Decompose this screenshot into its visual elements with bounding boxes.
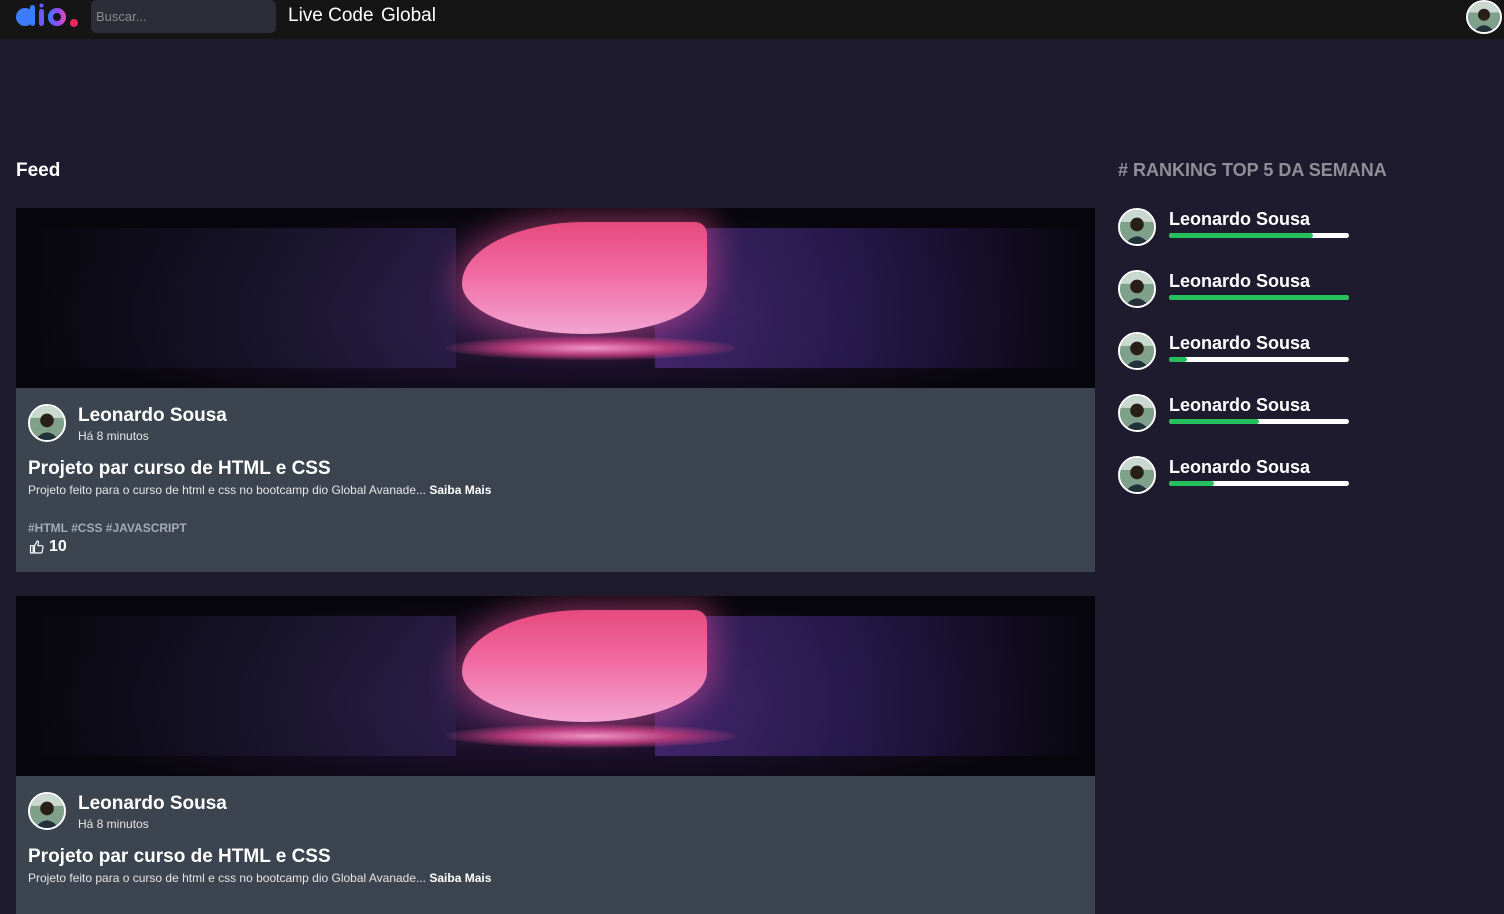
- like-count: 10: [49, 538, 67, 555]
- post-title[interactable]: Projeto par curso de HTML e CSS: [28, 458, 1083, 480]
- ranking-progress-fill: [1169, 357, 1187, 362]
- ranking-avatar[interactable]: [1118, 208, 1156, 246]
- author-avatar[interactable]: [28, 792, 66, 830]
- author-photo-icon: [30, 794, 64, 828]
- ranking-avatar[interactable]: [1118, 332, 1156, 370]
- user-avatar[interactable]: [1466, 0, 1502, 34]
- ranking-avatar[interactable]: [1118, 394, 1156, 432]
- ranking-photo-icon: [1120, 334, 1154, 368]
- author-photo-icon: [30, 406, 64, 440]
- post-time: Há 8 minutos: [78, 429, 149, 443]
- ranking-item[interactable]: Leonardo Sousa: [1118, 208, 1358, 248]
- ranking-progress-bar: [1169, 419, 1349, 424]
- ranking-progress-fill: [1169, 481, 1214, 486]
- author-name[interactable]: Leonardo Sousa: [78, 405, 227, 427]
- ranking-progress-fill: [1169, 419, 1259, 424]
- ranking-name[interactable]: Leonardo Sousa: [1169, 457, 1310, 478]
- post-banner-image: [16, 208, 1095, 388]
- post-card[interactable]: Leonardo Sousa Há 8 minutos Projeto par …: [16, 208, 1095, 572]
- nav-global[interactable]: Global: [381, 5, 436, 27]
- post-description-text: Projeto feito para o curso de html e css…: [28, 871, 427, 885]
- ranking-progress-fill: [1169, 233, 1313, 238]
- post-title[interactable]: Projeto par curso de HTML e CSS: [28, 846, 1083, 868]
- ranking-item[interactable]: Leonardo Sousa: [1118, 270, 1358, 310]
- ranking-photo-icon: [1120, 272, 1154, 306]
- ranking-item[interactable]: Leonardo Sousa: [1118, 456, 1358, 496]
- ranking-name[interactable]: Leonardo Sousa: [1169, 271, 1310, 292]
- read-more-link[interactable]: Saiba Mais: [429, 483, 491, 497]
- feed-title: Feed: [16, 160, 61, 181]
- ranking-photo-icon: [1120, 396, 1154, 430]
- user-photo-icon: [1469, 2, 1499, 32]
- ranking-name[interactable]: Leonardo Sousa: [1169, 333, 1310, 354]
- ranking-progress-bar: [1169, 295, 1349, 300]
- post-card[interactable]: Leonardo Sousa Há 8 minutos Projeto par …: [16, 596, 1095, 914]
- nav-live-code[interactable]: Live Code: [288, 5, 374, 27]
- ranking-photo-icon: [1120, 210, 1154, 244]
- ranking-item[interactable]: Leonardo Sousa: [1118, 332, 1358, 372]
- ranking-progress-bar: [1169, 233, 1349, 238]
- author-name[interactable]: Leonardo Sousa: [78, 793, 227, 815]
- post-description-text: Projeto feito para o curso de html e css…: [28, 483, 427, 497]
- ranking-photo-icon: [1120, 458, 1154, 492]
- post-time: Há 8 minutos: [78, 817, 149, 831]
- ranking-title: # RANKING TOP 5 DA SEMANA: [1118, 160, 1387, 180]
- ranking-name[interactable]: Leonardo Sousa: [1169, 209, 1310, 230]
- read-more-link[interactable]: Saiba Mais: [429, 871, 491, 885]
- ranking-progress-bar: [1169, 357, 1349, 362]
- ranking-avatar[interactable]: [1118, 456, 1156, 494]
- post-tags: #HTML #CSS #JAVASCRIPT: [28, 521, 187, 535]
- like-button[interactable]: 10: [28, 538, 1083, 556]
- ranking-progress-fill: [1169, 295, 1349, 300]
- author-avatar[interactable]: [28, 404, 66, 442]
- ranking-item[interactable]: Leonardo Sousa: [1118, 394, 1358, 434]
- post-banner-image: [16, 596, 1095, 776]
- dio-logo[interactable]: [15, 3, 81, 29]
- ranking-progress-bar: [1169, 481, 1349, 486]
- post-description: Projeto feito para o curso de html e css…: [28, 871, 1083, 885]
- thumbs-up-icon: [29, 540, 44, 554]
- top-bar: Live Code Global: [0, 0, 1504, 39]
- search-input[interactable]: [91, 0, 276, 33]
- ranking-avatar[interactable]: [1118, 270, 1156, 308]
- ranking-name[interactable]: Leonardo Sousa: [1169, 395, 1310, 416]
- post-description: Projeto feito para o curso de html e css…: [28, 483, 1083, 497]
